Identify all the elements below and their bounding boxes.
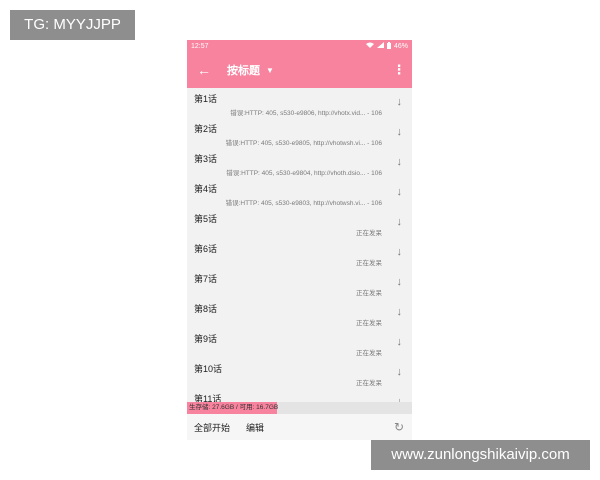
storage-bar: 生存储: 27.6GB / 可用: 16.7GB (187, 402, 412, 414)
download-arrow-icon[interactable]: ↓ (397, 276, 403, 288)
list-item[interactable]: 第5话 正在发呆 ↓ (187, 208, 412, 238)
list-item[interactable]: 第10话 正在发呆 ↓ (187, 358, 412, 388)
item-name: 第3话 (194, 154, 218, 164)
download-arrow-icon[interactable]: ↓ (397, 186, 403, 198)
item-status: 正在发呆 (356, 320, 382, 327)
item-name: 第6话 (194, 244, 218, 254)
item-name: 第7话 (194, 274, 218, 284)
download-arrow-icon[interactable]: ↓ (397, 96, 403, 108)
item-name: 第4话 (194, 184, 218, 194)
item-name: 第9话 (194, 334, 218, 344)
list-item[interactable]: 第11话 ↓ (187, 388, 412, 402)
status-bar: 12:57 46% (187, 40, 412, 52)
item-status: 错误:HTTP: 405, s530-e9804, http://vhoth.d… (226, 170, 382, 177)
item-name: 第5话 (194, 214, 218, 224)
status-time: 12:57 (191, 42, 209, 50)
item-status: 正在发呆 (356, 290, 382, 297)
list-item[interactable]: 第3话 错误:HTTP: 405, s530-e9804, http://vho… (187, 148, 412, 178)
wifi-icon (365, 42, 374, 50)
list-item[interactable]: 第7话 正在发呆 ↓ (187, 268, 412, 298)
item-name: 第2话 (194, 124, 218, 134)
item-status: 正在发呆 (356, 230, 382, 237)
download-arrow-icon[interactable]: ↓ (397, 336, 403, 348)
battery-level: 46% (393, 42, 408, 50)
item-status: 错误:HTTP: 405, s530-e9803, http://vhotwsh… (225, 200, 382, 207)
toolbar-title[interactable]: 按标题 (227, 62, 260, 78)
dropdown-caret-icon[interactable]: ▼ (266, 66, 274, 75)
item-name: 第8话 (194, 304, 218, 314)
item-status: 正在发呆 (356, 260, 382, 267)
back-arrow-icon[interactable]: ← (187, 62, 221, 78)
overflow-menu-icon[interactable]: ⋮ (386, 62, 412, 78)
download-arrow-icon[interactable]: ↓ (397, 366, 403, 378)
list-item[interactable]: 第4话 错误:HTTP: 405, s530-e9803, http://vho… (187, 178, 412, 208)
item-name: 第11话 (194, 394, 222, 402)
start-all-button[interactable]: 全部开始 (194, 421, 230, 434)
edit-button[interactable]: 编辑 (246, 421, 264, 434)
refresh-icon[interactable]: ↻ (394, 420, 404, 434)
battery-icon (386, 41, 391, 51)
item-name: 第1话 (194, 94, 218, 104)
list-item[interactable]: 第2话 错误:HTTP: 405, s530-e9805, http://vho… (187, 118, 412, 148)
bottom-bar: 全部开始 编辑 ↻ (187, 414, 412, 440)
download-arrow-icon[interactable]: ↓ (397, 156, 403, 168)
download-arrow-icon[interactable]: ↓ (397, 126, 403, 138)
item-status: 正在发呆 (356, 380, 382, 387)
item-status: 正在发呆 (356, 350, 382, 357)
episode-list: 第1话 错误:HTTP: 405, s530-e9806, http://vho… (187, 88, 412, 402)
list-item[interactable]: 第8话 正在发呆 ↓ (187, 298, 412, 328)
item-status: 错误:HTTP: 405, s530-e9806, http://vhotx.v… (230, 110, 382, 117)
item-status: 错误:HTTP: 405, s530-e9805, http://vhotwsh… (225, 140, 382, 147)
download-arrow-icon[interactable]: ↓ (397, 306, 403, 318)
list-item[interactable]: 第1话 错误:HTTP: 405, s530-e9806, http://vho… (187, 88, 412, 118)
storage-text: 生存储: 27.6GB / 可用: 16.7GB (189, 404, 279, 411)
download-arrow-icon[interactable]: ↓ (397, 216, 403, 228)
list-item[interactable]: 第9话 正在发呆 ↓ (187, 328, 412, 358)
watermark-bottom-label: www.zunlongshikaivip.com (371, 440, 590, 470)
toolbar: ← 按标题 ▼ ⋮ (187, 52, 412, 88)
item-name: 第10话 (194, 364, 223, 374)
signal-icon (376, 42, 384, 50)
list-item[interactable]: 第6话 正在发呆 ↓ (187, 238, 412, 268)
watermark-top-label: TG: MYYJJPP (10, 10, 135, 40)
download-arrow-icon[interactable]: ↓ (397, 246, 403, 258)
phone-screen: 12:57 46% ← 按标题 ▼ ⋮ 第1话 错误:HTTP: 405, s5… (187, 40, 412, 440)
